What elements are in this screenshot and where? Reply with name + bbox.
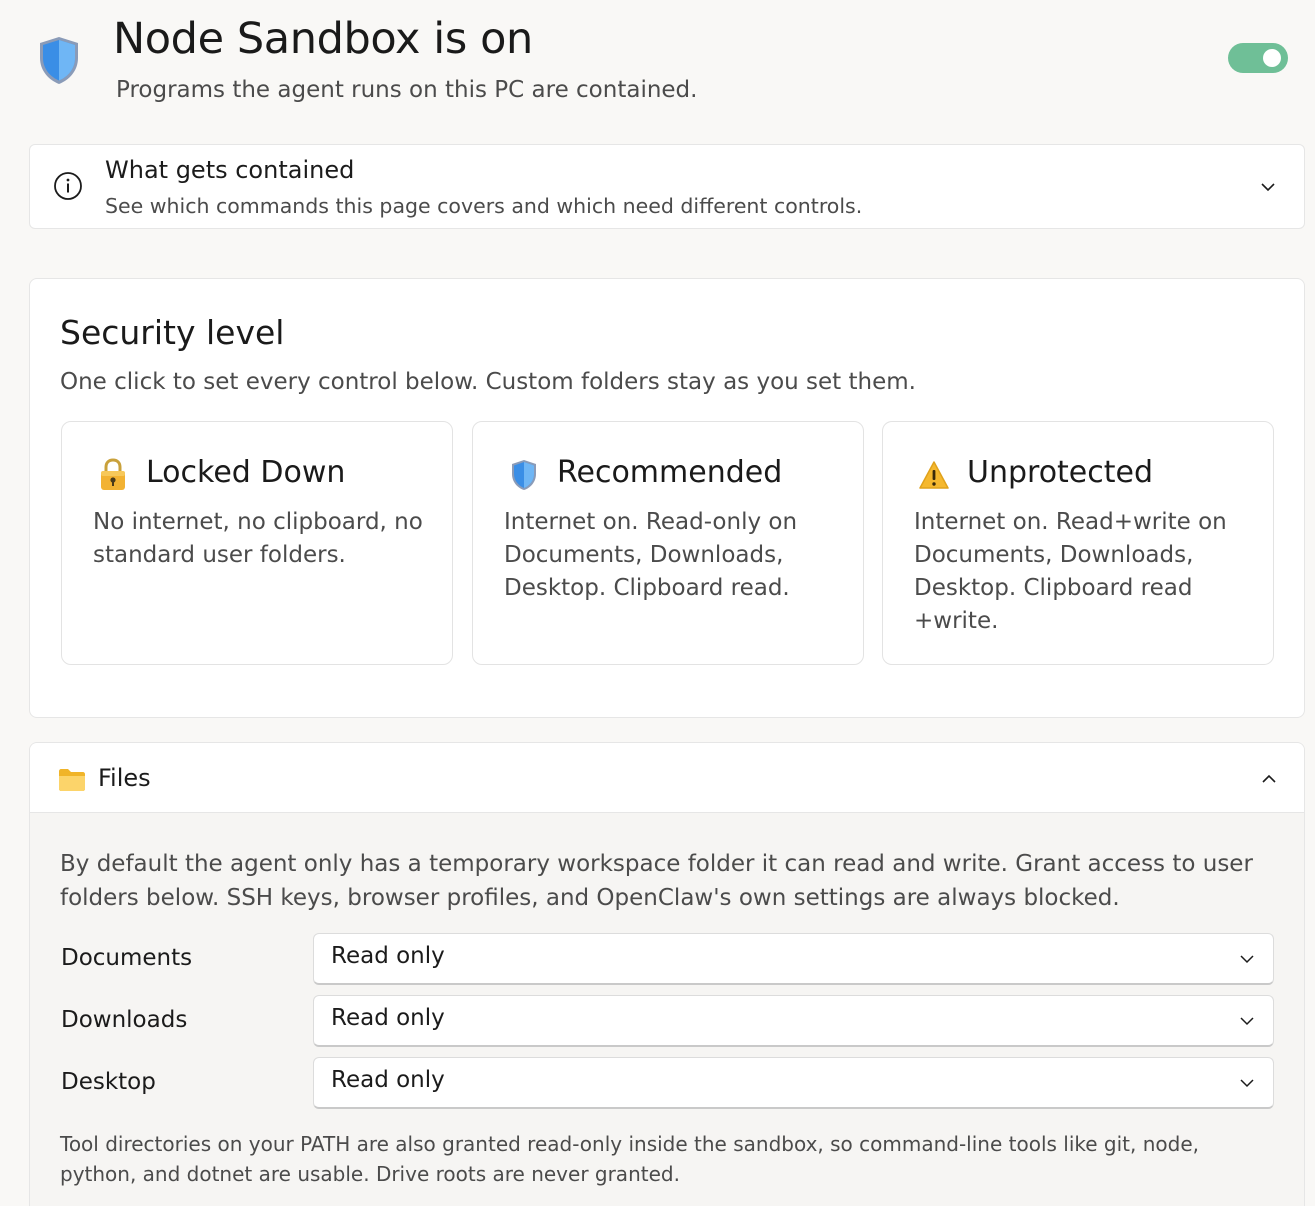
files-path-note: Tool directories on your PATH are also g… xyxy=(60,1132,1200,1186)
level-description: Internet on. Read+write on Documents, Do… xyxy=(914,509,1227,634)
level-description: Internet on. Read-only on Documents, Dow… xyxy=(504,509,798,601)
level-description: No internet, no clipboard, no standard u… xyxy=(93,509,423,568)
select-value: Read only xyxy=(331,1005,445,1031)
files-description: By default the agent only has a temporar… xyxy=(60,851,1253,911)
chevron-down-icon xyxy=(1240,955,1254,964)
what-gets-contained-expander[interactable]: What gets contained See which commands t… xyxy=(29,144,1305,229)
page-subtitle: Programs the agent runs on this PC are c… xyxy=(116,77,698,103)
folder-icon xyxy=(59,769,85,791)
folder-label-documents: Documents xyxy=(61,945,193,971)
security-level-card: Security level One click to set every co… xyxy=(29,278,1305,718)
chevron-down-icon xyxy=(1240,1079,1254,1088)
files-expander-header[interactable]: Files xyxy=(30,743,1304,813)
level-card-locked-down[interactable]: Locked Down No internet, no clipboard, n… xyxy=(61,421,453,665)
chevron-down-icon[interactable] xyxy=(1259,178,1277,196)
downloads-access-select[interactable]: Read only xyxy=(313,995,1274,1047)
expander-title: What gets contained xyxy=(105,156,355,184)
level-card-unprotected[interactable]: Unprotected Internet on. Read+write on D… xyxy=(882,421,1274,665)
section-subtitle: One click to set every control below. Cu… xyxy=(60,369,916,395)
level-title: Unprotected xyxy=(967,455,1154,490)
toggle-knob xyxy=(1263,49,1281,67)
select-value: Read only xyxy=(331,943,445,969)
level-card-recommended[interactable]: Recommended Internet on. Read-only on Do… xyxy=(472,421,864,665)
expander-subtitle: See which commands this page covers and … xyxy=(105,194,863,218)
level-title: Recommended xyxy=(557,455,783,490)
files-title: Files xyxy=(98,764,151,792)
select-value: Read only xyxy=(331,1067,445,1093)
chevron-up-icon[interactable] xyxy=(1260,770,1278,788)
folder-label-desktop: Desktop xyxy=(61,1069,156,1095)
desktop-access-select[interactable]: Read only xyxy=(313,1057,1274,1109)
shield-icon xyxy=(40,37,78,84)
chevron-down-icon xyxy=(1240,1017,1254,1026)
level-title: Locked Down xyxy=(146,455,346,490)
page-title: Node Sandbox is on xyxy=(113,14,533,64)
files-section: Files By default the agent only has a te… xyxy=(29,742,1305,1206)
section-title: Security level xyxy=(60,313,285,352)
documents-access-select[interactable]: Read only xyxy=(313,933,1274,985)
warning-icon xyxy=(919,461,949,489)
folder-label-downloads: Downloads xyxy=(61,1007,188,1033)
sandbox-toggle[interactable] xyxy=(1228,43,1288,73)
lock-icon xyxy=(101,458,125,490)
info-icon xyxy=(54,172,82,200)
shield-icon xyxy=(512,460,536,490)
sandbox-settings-page: Node Sandbox is on Programs the agent ru… xyxy=(0,0,1315,1206)
